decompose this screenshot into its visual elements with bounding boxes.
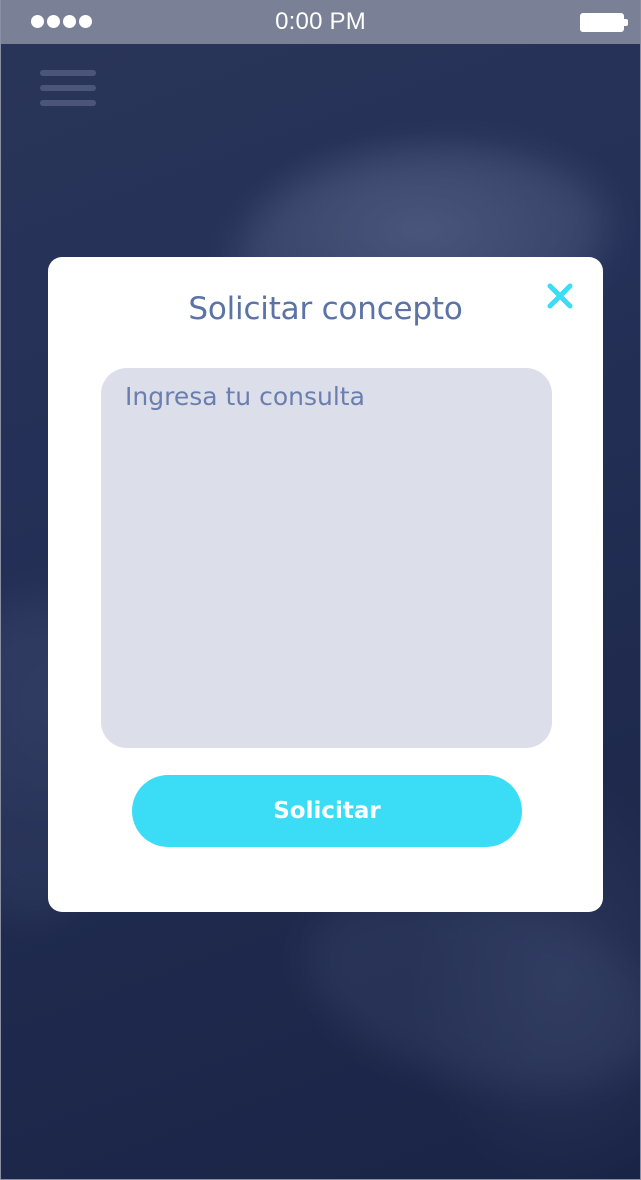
dialog-title: Solicitar concepto [188,291,463,327]
query-input[interactable] [101,368,552,748]
app-screen: 0:00 PM Solicitar concepto Solicitar [0,0,641,1180]
signal-dots-icon [31,15,92,28]
battery-icon [580,13,628,32]
status-bar: 0:00 PM [1,0,640,44]
status-time: 0:00 PM [275,8,366,35]
close-icon [547,283,573,309]
request-concept-dialog: Solicitar concepto Solicitar [48,257,603,912]
close-icon[interactable] [545,281,575,311]
solicitar-button[interactable]: Solicitar [132,775,522,847]
hamburger-menu-icon[interactable] [40,70,96,108]
